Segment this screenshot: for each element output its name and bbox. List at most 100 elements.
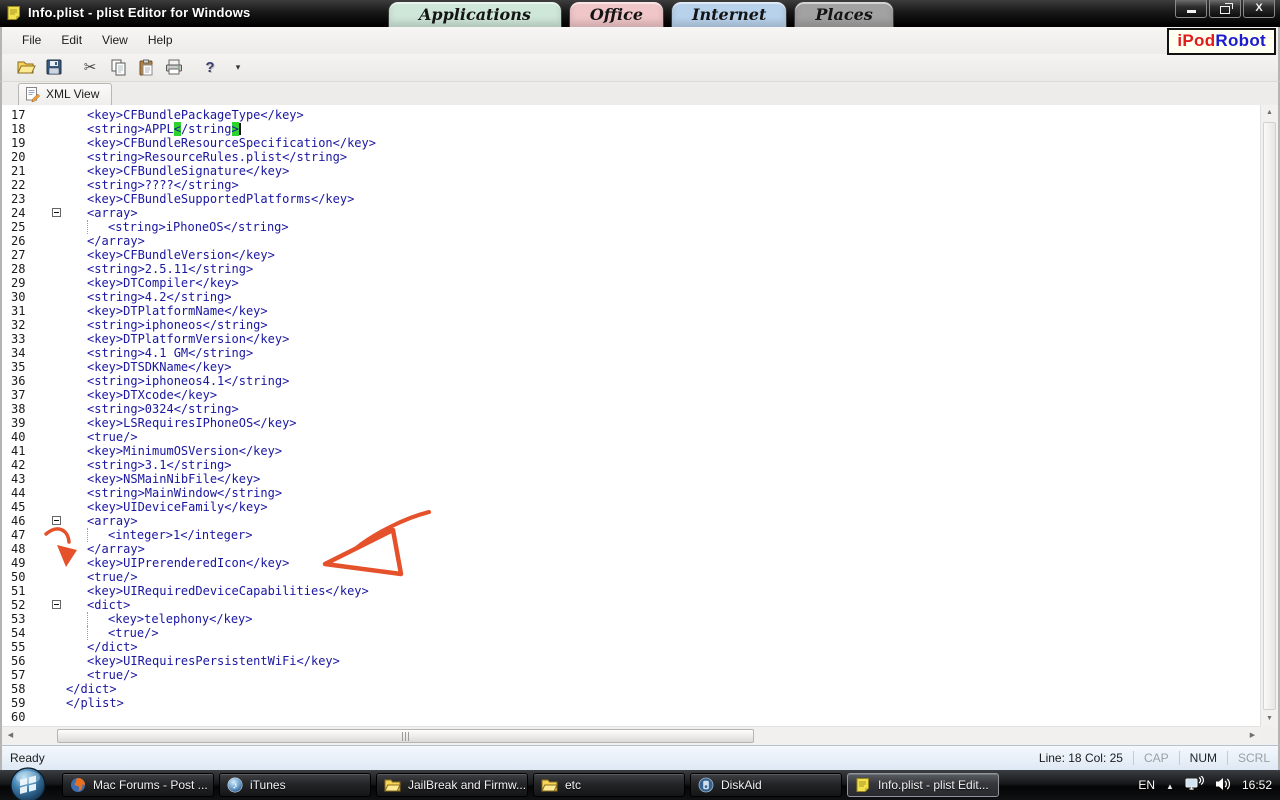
line-number: 32 <box>11 317 26 332</box>
code-line-25[interactable]: 25 <string>iPhoneOS</string> <box>2 219 1261 234</box>
code-line-59[interactable]: 59 </plist> <box>2 696 1261 710</box>
menu-file[interactable]: File <box>12 29 51 51</box>
fold-collapse-icon[interactable] <box>52 599 61 609</box>
code-line-22[interactable]: 22 <string>????</string> <box>2 178 1261 192</box>
desktop-tab-internet[interactable]: Internet <box>671 1 788 27</box>
paste-button[interactable] <box>134 56 158 78</box>
code-line-44[interactable]: 44 <string>MainWindow</string> <box>2 486 1261 500</box>
code-line-42[interactable]: 42 <string>3.1</string> <box>2 458 1261 472</box>
tab-xml-view[interactable]: XML View <box>18 82 113 105</box>
restore-button[interactable] <box>1209 0 1241 18</box>
copy-button[interactable] <box>106 56 130 78</box>
dropdown-arrow-button[interactable]: ▾ <box>226 56 250 78</box>
close-button[interactable]: X <box>1243 0 1275 18</box>
taskbar-button-etc[interactable]: etc <box>533 773 685 797</box>
taskbar-button-diskaid[interactable]: DiskAid <box>690 773 842 797</box>
code-text: </array> <box>87 233 145 248</box>
desktop-tabs: Applications Office Internet Places <box>388 1 894 27</box>
minimize-button[interactable] <box>1175 0 1207 18</box>
code-line-21[interactable]: 21 <key>CFBundleSignature</key> <box>2 164 1261 178</box>
code-line-24[interactable]: 24 <array> <box>2 206 1261 220</box>
fold-collapse-icon[interactable] <box>52 207 61 217</box>
code-line-34[interactable]: 34 <string>4.1 GM</string> <box>2 346 1261 360</box>
code-line-31[interactable]: 31 <key>DTPlatformName</key> <box>2 304 1261 318</box>
clock[interactable]: 16:52 <box>1242 778 1272 792</box>
code-line-17[interactable]: 17 <key>CFBundlePackageType</key> <box>2 108 1261 122</box>
volume-tray-item[interactable] <box>1215 777 1231 794</box>
fold-column <box>48 584 66 598</box>
desktop-tab-applications[interactable]: Applications <box>388 1 562 27</box>
code-line-48[interactable]: 48 </array> <box>2 542 1261 556</box>
window-titlebar[interactable]: Info.plist - plist Editor for Windows Ap… <box>0 0 1280 27</box>
code-line-33[interactable]: 33 <key>DTPlatformVersion</key> <box>2 332 1261 346</box>
scroll-down-arrow-icon[interactable]: ▼ <box>1261 711 1278 727</box>
plist-app-icon <box>6 5 22 21</box>
save-button[interactable] <box>42 56 66 78</box>
code-line-35[interactable]: 35 <key>DTSDKName</key> <box>2 360 1261 374</box>
start-button[interactable] <box>8 765 48 800</box>
code-line-38[interactable]: 38 <string>0324</string> <box>2 402 1261 416</box>
code-line-50[interactable]: 50 <true/> <box>2 570 1261 584</box>
code-line-32[interactable]: 32 <string>iphoneos</string> <box>2 318 1261 332</box>
horizontal-scrollbar[interactable]: ◀ ▶ <box>2 726 1261 746</box>
code-line-54[interactable]: 54 <true/> <box>2 625 1261 640</box>
open-folder-button[interactable] <box>14 56 38 78</box>
code-line-58[interactable]: 58 </dict> <box>2 682 1261 696</box>
code-line-49[interactable]: 49 <key>UIPrerenderedIcon</key> <box>2 556 1261 570</box>
fold-collapse-icon[interactable] <box>52 515 61 525</box>
taskbar-button-jailbreak-and-firmw[interactable]: JailBreak and Firmw... <box>376 773 528 797</box>
code-line-19[interactable]: 19 <key>CFBundleResourceSpecification</ke… <box>2 136 1261 150</box>
code-line-20[interactable]: 20 <string>ResourceRules.plist</string> <box>2 150 1261 164</box>
code-line-52[interactable]: 52 <dict> <box>2 598 1261 612</box>
line-number: 26 <box>11 233 26 248</box>
code-line-18[interactable]: 18 <string>APPL</string> <box>2 121 1261 136</box>
code-line-40[interactable]: 40 <true/> <box>2 430 1261 444</box>
vertical-scrollbar[interactable]: ▲ ▼ <box>1260 104 1278 728</box>
fold-column <box>48 290 66 304</box>
cut-button[interactable]: ✂ <box>78 56 102 78</box>
code-line-39[interactable]: 39 <key>LSRequiresIPhoneOS</key> <box>2 416 1261 430</box>
line-number: 49 <box>11 555 26 570</box>
code-line-37[interactable]: 37 <key>DTXcode</key> <box>2 388 1261 402</box>
horizontal-scroll-thumb[interactable] <box>57 729 754 744</box>
vertical-scroll-thumb[interactable] <box>1263 121 1276 711</box>
code-line-53[interactable]: 53 <key>telephony</key> <box>2 611 1261 626</box>
code-line-46[interactable]: 46 <array> <box>2 514 1261 528</box>
code-line-26[interactable]: 26 </array> <box>2 234 1261 248</box>
print-button[interactable] <box>162 56 186 78</box>
up-arrow-tray-item[interactable]: ▲ <box>1166 778 1174 792</box>
code-line-55[interactable]: 55 </dict> <box>2 640 1261 654</box>
menu-edit[interactable]: Edit <box>51 29 92 51</box>
menu-help[interactable]: Help <box>138 29 183 51</box>
network-tray-item[interactable] <box>1185 776 1204 794</box>
code-line-23[interactable]: 23 <key>CFBundleSupportedPlatforms</key> <box>2 192 1261 206</box>
desktop-tab-places[interactable]: Places <box>794 1 894 27</box>
code-line-43[interactable]: 43 <key>NSMainNibFile</key> <box>2 472 1261 486</box>
code-line-51[interactable]: 51 <key>UIRequiredDeviceCapabilities</key… <box>2 584 1261 598</box>
scroll-left-arrow-icon[interactable]: ◀ <box>2 727 19 745</box>
code-line-29[interactable]: 29 <key>DTCompiler</key> <box>2 276 1261 290</box>
code-line-60[interactable]: 60 <box>2 710 1261 724</box>
menu-view[interactable]: View <box>92 29 138 51</box>
scroll-up-arrow-icon[interactable]: ▲ <box>1261 105 1278 121</box>
code-editor[interactable]: 17 <key>CFBundlePackageType</key> 18 <strin… <box>0 104 1280 746</box>
code-line-41[interactable]: 41 <key>MinimumOSVersion</key> <box>2 444 1261 458</box>
code-line-47[interactable]: 47 <integer>1</integer> <box>2 527 1261 542</box>
code-line-27[interactable]: 27 <key>CFBundleVersion</key> <box>2 248 1261 262</box>
code-line-28[interactable]: 28 <string>2.5.11</string> <box>2 262 1261 276</box>
scroll-right-arrow-icon[interactable]: ▶ <box>1244 727 1261 745</box>
taskbar-button-info-plist-plist-edit[interactable]: Info.plist - plist Edit... <box>847 773 999 797</box>
help-button[interactable]: ? <box>198 56 222 78</box>
taskbar-button-label: iTunes <box>250 778 286 792</box>
taskbar-button-itunes[interactable]: ♪ iTunes <box>219 773 371 797</box>
desktop-tab-office[interactable]: Office <box>568 1 665 27</box>
code-line-30[interactable]: 30 <string>4.2</string> <box>2 290 1261 304</box>
language-indicator[interactable]: EN <box>1138 778 1155 792</box>
taskbar-button-mac-forums-post[interactable]: Mac Forums - Post ... <box>62 773 214 797</box>
code-line-56[interactable]: 56 <key>UIRequiresPersistentWiFi</key> <box>2 654 1261 668</box>
code-line-45[interactable]: 45 <key>UIDeviceFamily</key> <box>2 500 1261 514</box>
line-number: 19 <box>11 135 26 150</box>
code-line-36[interactable]: 36 <string>iphoneos4.1</string> <box>2 374 1261 388</box>
taskbar: Mac Forums - Post ... ♪ iTunes JailBreak an… <box>0 767 1280 800</box>
code-line-57[interactable]: 57 <true/> <box>2 668 1261 682</box>
